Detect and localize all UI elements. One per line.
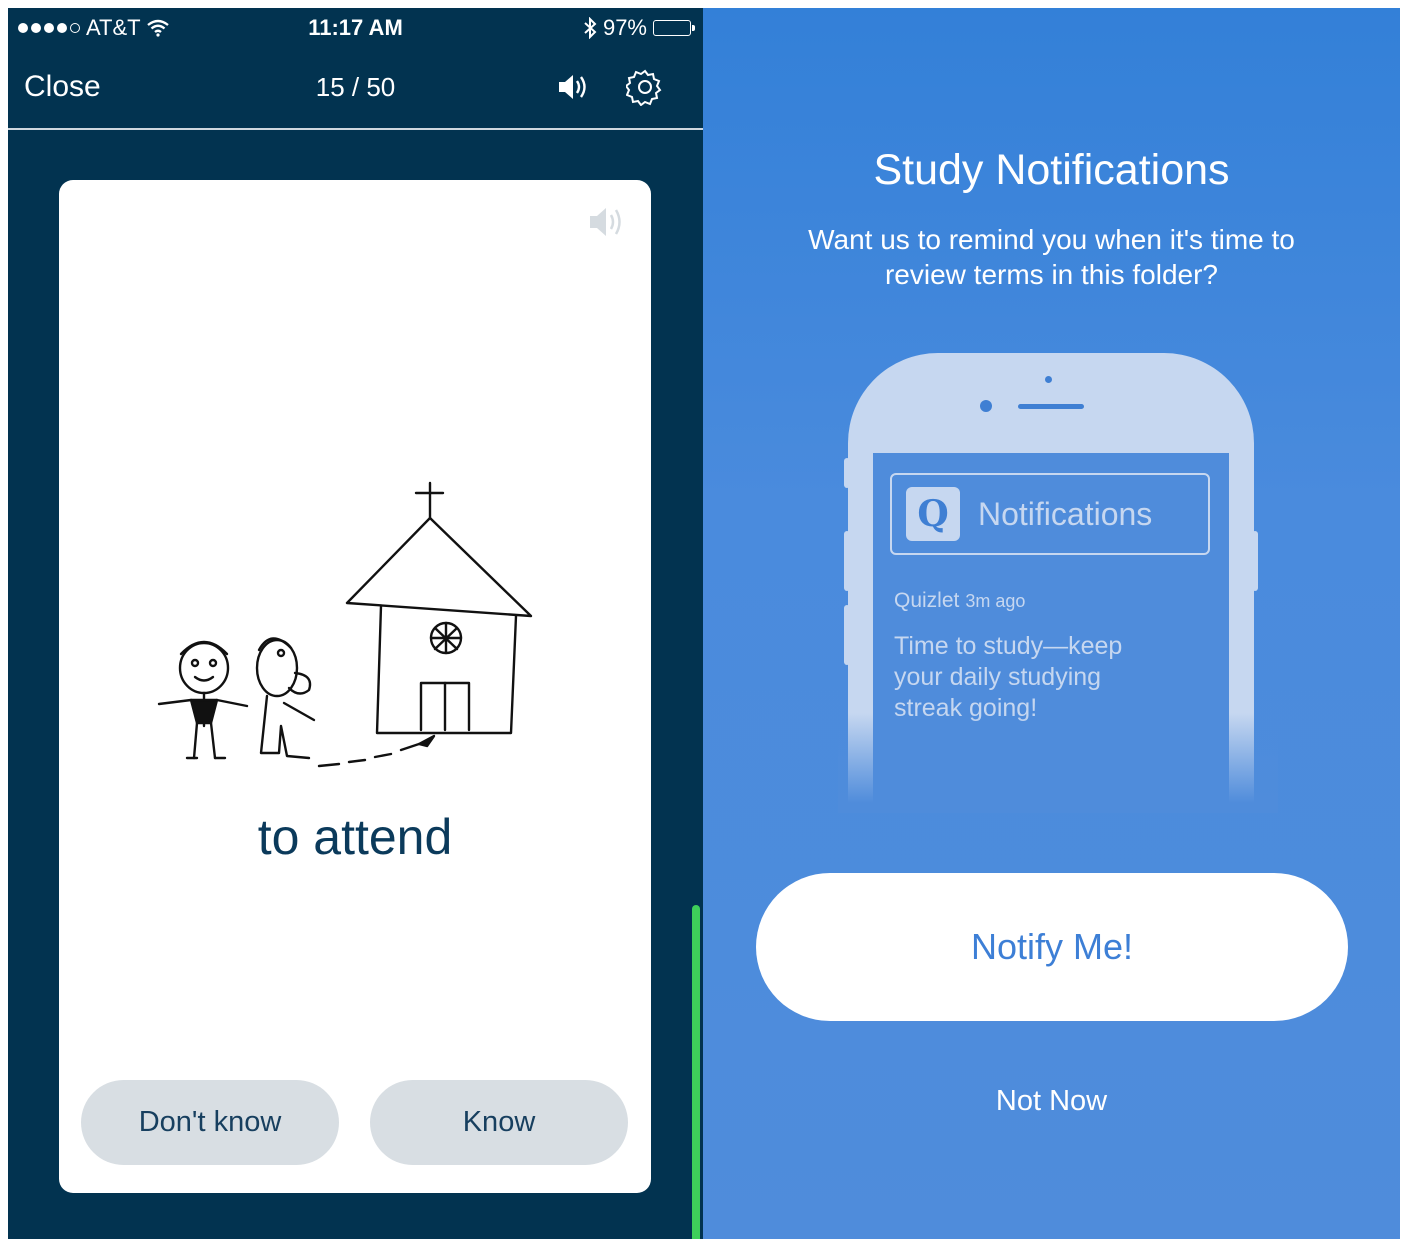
flashcard-term: to attend [257, 809, 453, 865]
card-speaker-icon[interactable] [587, 204, 627, 240]
flashcard-screen: AT&T 11:17 AM 97% Close 15 / 50 to atten… [8, 8, 703, 1239]
phone-camera-icon [1045, 376, 1052, 383]
battery-icon [653, 20, 695, 36]
quizlet-app-icon: Q [906, 487, 960, 541]
status-right: 97% [583, 15, 695, 41]
notification-header-label: Notifications [978, 495, 1153, 532]
prompt-title: Study Notifications [873, 146, 1230, 194]
phone-lens-icon [980, 400, 992, 412]
prompt-subtitle: Want us to remind you when it's time to … [808, 224, 1295, 290]
notifications-prompt-screen: Study Notifications Want us to remind yo… [703, 8, 1400, 1239]
church-sketch-image [157, 481, 533, 768]
status-bar: AT&T 11:17 AM 97% [8, 8, 703, 48]
dont-know-button[interactable]: Don't know [81, 1080, 339, 1165]
green-progress-indicator [692, 905, 700, 1239]
bluetooth-icon [584, 17, 597, 39]
phone-illustration: Q Notifications Quizlet 3m ago Time to st… [838, 353, 1278, 813]
not-now-button[interactable]: Not Now [703, 1085, 1400, 1118]
battery-percent: 97% [602, 15, 647, 40]
phone-earpiece [1018, 404, 1084, 409]
notify-me-button[interactable]: Notify Me! [756, 873, 1348, 1021]
notification-meta: Quizlet 3m ago [894, 589, 1025, 613]
notification-header: Q Notifications [890, 473, 1210, 555]
phone-fade [838, 713, 1278, 813]
flashcard[interactable]: to attend Don't know Know [59, 180, 651, 1193]
gear-icon[interactable] [626, 68, 664, 106]
notification-message: Time to study—keep your daily studying s… [894, 632, 1123, 722]
card-progress: 15 / 50 [315, 72, 396, 102]
notification-app-name: Quizlet [894, 589, 960, 612]
speaker-icon[interactable] [556, 72, 590, 102]
nav-bar: Close 15 / 50 [8, 48, 703, 130]
notification-time: 3m ago [965, 591, 1026, 611]
know-button[interactable]: Know [370, 1080, 628, 1165]
